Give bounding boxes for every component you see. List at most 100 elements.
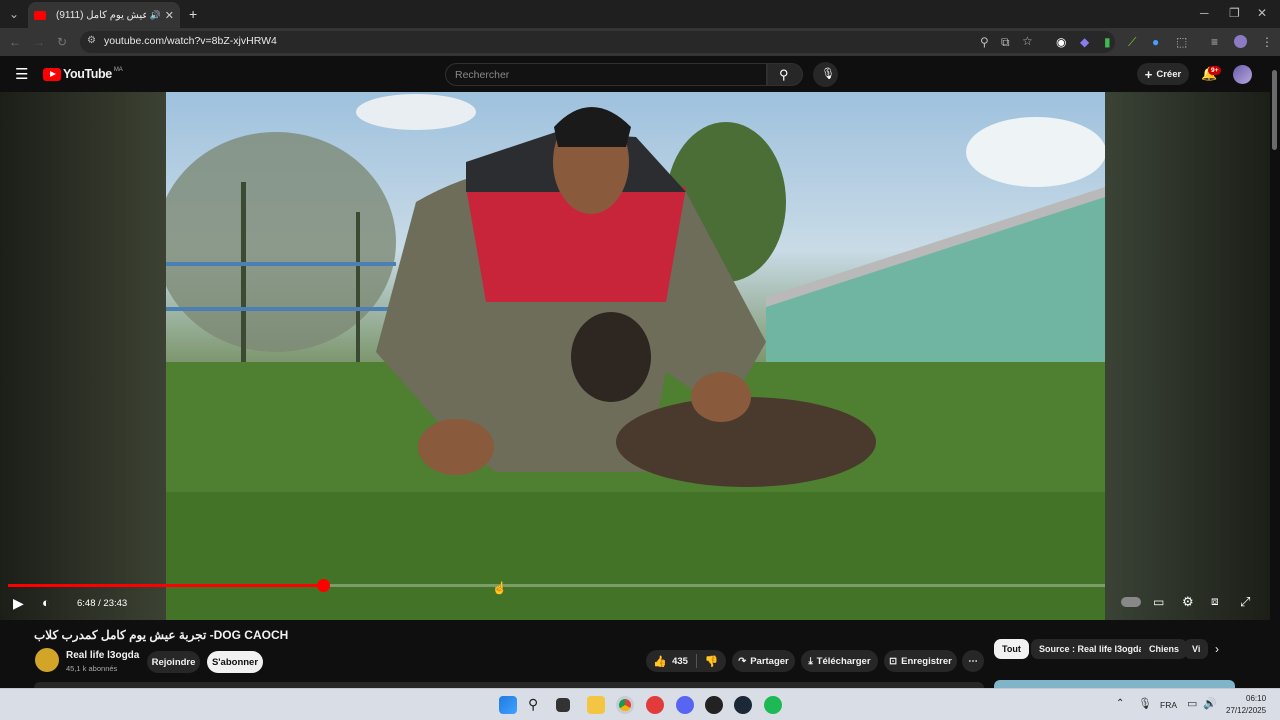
miniplayer-icon[interactable]: ⧈ [1211, 594, 1219, 609]
browser-tab[interactable]: (9111) تجربة عيش يوم كامل 🔊 ✕ [28, 2, 180, 28]
chip-partial[interactable]: Vi [1184, 639, 1208, 659]
download-icon: ⤓ [808, 655, 813, 667]
menu-icon[interactable]: ☰ [15, 67, 28, 82]
logo-text: YouTube [63, 67, 112, 81]
chevron-right-icon[interactable]: › [1215, 642, 1219, 656]
page-scrollbar[interactable] [1270, 56, 1280, 688]
windows-taskbar: ⚲ ⌃ 🎙 FRA ▭ 🔊 06:10 27/12/2025 [0, 688, 1280, 720]
reading-list-icon[interactable]: ≡ [1211, 36, 1218, 48]
subscribe-button[interactable]: S'abonner [207, 651, 263, 673]
profile-avatar-icon[interactable] [1234, 35, 1247, 48]
video-scene [166, 94, 1105, 620]
keyboard-language[interactable]: FRA [1160, 700, 1177, 710]
channel-avatar[interactable] [35, 648, 59, 672]
file-explorer-icon[interactable] [587, 696, 605, 714]
chip-tout[interactable]: Tout [994, 639, 1029, 659]
volume-tray-icon[interactable]: 🔊 [1203, 697, 1217, 710]
bookmark-icon: ⊡ [889, 655, 898, 667]
extension-icon[interactable]: ▮ [1104, 36, 1111, 48]
subscriber-count: 45,1 k abonnés [66, 664, 118, 673]
tab-list-icon[interactable]: ⌄ [9, 8, 19, 20]
save-button[interactable]: ⊡ Enregistrer [884, 650, 957, 672]
app-icon[interactable] [646, 696, 664, 714]
user-avatar[interactable] [1233, 65, 1252, 84]
forward-icon[interactable]: → [33, 36, 45, 48]
volume-icon[interactable]: ◐ [42, 595, 50, 610]
more-horizontal-icon: ⋯ [968, 655, 978, 667]
like-count[interactable]: 435 [672, 656, 688, 667]
autoplay-toggle-icon[interactable] [1121, 597, 1141, 607]
extension-icon[interactable]: ◆ [1080, 36, 1089, 48]
recommended-thumbnail[interactable] [994, 680, 1235, 688]
back-icon[interactable]: ← [9, 36, 21, 48]
network-icon[interactable]: ▭ [1187, 697, 1197, 710]
video-player[interactable]: ▶ ◐ 6:48 / 23:43 ▭ ⚙ ⧈ ⤢ ☝ [0, 92, 1270, 620]
progress-scrubber[interactable] [316, 579, 330, 592]
task-view-icon[interactable] [556, 698, 570, 712]
address-bar: ← → ↻ ⚙ youtube.com/watch?v=8bZ-xjvHRW4 … [0, 28, 1280, 56]
zoom-icon[interactable]: ⚲ [980, 36, 989, 48]
search-button[interactable]: ⚲ [767, 63, 803, 86]
more-actions-button[interactable]: ⋯ [962, 650, 984, 672]
dislike-icon[interactable]: 👎 [705, 655, 719, 668]
spotify-icon[interactable] [764, 696, 782, 714]
youtube-favicon-icon [34, 10, 46, 20]
search-icon: ⚲ [779, 67, 789, 82]
speaker-icon[interactable]: 🔊 [150, 10, 161, 21]
create-button[interactable]: + Créer [1137, 63, 1189, 85]
clock-date[interactable]: 27/12/2025 [1226, 706, 1266, 715]
extensions-puzzle-icon[interactable]: ⬚ [1176, 36, 1187, 48]
extension-icon[interactable]: ● [1152, 36, 1159, 48]
more-menu-icon[interactable]: ⋮ [1261, 36, 1273, 48]
voice-search-button[interactable]: 🎙 [813, 62, 838, 87]
channel-name[interactable]: Real life l3ogda [66, 650, 139, 661]
settings-gear-icon[interactable]: ⚙ [1182, 594, 1194, 610]
subtitles-icon[interactable]: ▭ [1153, 595, 1164, 609]
play-icon[interactable]: ▶ [13, 595, 24, 612]
video-frame[interactable] [166, 92, 1105, 620]
search-input[interactable]: Rechercher [445, 63, 767, 86]
chip-chiens[interactable]: Chiens [1141, 639, 1188, 659]
tray-chevron-icon[interactable]: ⌃ [1116, 698, 1124, 709]
share-label: Partager [750, 655, 789, 667]
like-dislike-group: 👍 435 👎 [646, 650, 726, 672]
search-icon[interactable]: ⚲ [528, 696, 546, 714]
mouse-cursor-icon: ☝ [492, 581, 507, 595]
minimize-icon[interactable]: ─ [1200, 7, 1209, 19]
fullscreen-icon[interactable]: ⤢ [1240, 594, 1250, 610]
bookmark-star-icon[interactable]: ☆ [1022, 35, 1033, 47]
ambient-left [0, 92, 166, 620]
steam-icon[interactable] [734, 696, 752, 714]
clock-time[interactable]: 06:10 [1246, 694, 1266, 703]
progress-fill [8, 584, 323, 587]
url-text[interactable]: youtube.com/watch?v=8bZ-xjvHRW4 [104, 35, 277, 47]
youtube-header: ☰ YouTube MA Rechercher ⚲ 🎙 + Créer 🔔 9+ [0, 56, 1280, 92]
app-icon[interactable] [705, 696, 723, 714]
download-button[interactable]: ⤓ Télécharger [801, 650, 878, 672]
reload-icon[interactable]: ↻ [57, 36, 67, 48]
share-button[interactable]: ↷ Partager [732, 650, 795, 672]
notification-badge: 9+ [1208, 66, 1222, 75]
discord-icon[interactable] [676, 696, 694, 714]
like-icon[interactable]: 👍 [653, 655, 667, 668]
close-window-icon[interactable]: ✕ [1257, 7, 1267, 19]
plus-icon: + [1144, 66, 1153, 82]
chrome-icon[interactable] [616, 696, 634, 714]
share-icon: ↷ [738, 655, 747, 667]
close-tab-icon[interactable]: ✕ [165, 9, 174, 22]
scrollbar-thumb[interactable] [1272, 70, 1277, 150]
progress-bar[interactable] [8, 579, 1105, 592]
extension-icon[interactable]: ◉ [1056, 36, 1066, 48]
join-button[interactable]: Rejoindre [147, 651, 200, 673]
windows-start-icon[interactable] [499, 696, 517, 714]
chip-source[interactable]: Source : Real life l3ogda [1031, 639, 1152, 659]
youtube-logo[interactable]: YouTube MA [43, 67, 123, 81]
browser-tab-bar: ⌄ (9111) تجربة عيش يوم كامل 🔊 ✕ + ─ ❐ ✕ [0, 0, 1280, 28]
new-tab-icon[interactable]: + [189, 7, 197, 21]
extension-icon[interactable]: ⟋ [1128, 36, 1136, 48]
install-icon[interactable]: ⧉ [1001, 36, 1010, 48]
restore-icon[interactable]: ❐ [1229, 7, 1240, 19]
site-info-icon[interactable]: ⚙ [87, 36, 96, 46]
mic-tray-icon[interactable]: 🎙 [1138, 697, 1152, 710]
mic-icon: 🎙 [821, 68, 835, 80]
